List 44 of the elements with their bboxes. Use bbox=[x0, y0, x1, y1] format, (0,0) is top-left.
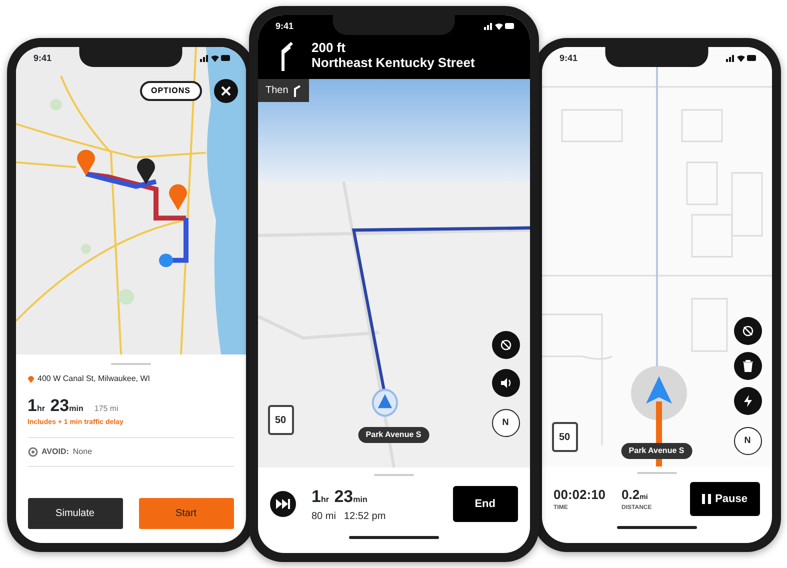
pause-button[interactable]: Pause bbox=[690, 482, 760, 516]
status-icons bbox=[200, 54, 230, 62]
pause-icon bbox=[702, 494, 712, 504]
pin-icon bbox=[168, 184, 186, 210]
speed-limit-sign: 50 bbox=[268, 405, 294, 435]
end-button[interactable]: End bbox=[452, 486, 518, 522]
trip-duration: 1hr 23min bbox=[312, 486, 368, 508]
pin-icon bbox=[76, 150, 94, 176]
pin-icon bbox=[136, 158, 154, 184]
camera-off-icon bbox=[500, 339, 512, 351]
remaining-distance: 80 mi bbox=[312, 510, 336, 524]
maneuver-distance: 200 ft bbox=[312, 41, 346, 56]
status-icons bbox=[484, 22, 514, 30]
position-marker bbox=[630, 366, 686, 420]
destination-address: 400 W Canal St, Milwaukee, WI bbox=[38, 372, 150, 385]
trash-icon bbox=[742, 360, 752, 372]
skip-forward-icon bbox=[276, 498, 290, 509]
status-time: 9:41 bbox=[276, 20, 294, 33]
street-name: Park Avenue S bbox=[620, 443, 692, 459]
trip-duration: 1hr 23min bbox=[28, 394, 84, 417]
street-name: Park Avenue S bbox=[358, 427, 430, 443]
options-button[interactable]: OPTIONS bbox=[140, 81, 202, 101]
maneuver-street: Northeast Kentucky Street bbox=[312, 56, 475, 71]
location-dot bbox=[158, 254, 172, 268]
status-time: 9:41 bbox=[34, 52, 52, 65]
skip-button[interactable] bbox=[270, 490, 296, 517]
avoid-label: AVOID: bbox=[42, 446, 69, 458]
simulate-button[interactable]: Simulate bbox=[28, 498, 122, 529]
avoid-value: None bbox=[72, 446, 92, 458]
trip-distance: 175 mi bbox=[94, 402, 118, 415]
start-button[interactable]: Start bbox=[138, 498, 234, 529]
arrival-time: 12:52 pm bbox=[344, 510, 386, 524]
status-icons bbox=[726, 54, 756, 62]
speaker-icon bbox=[500, 377, 512, 389]
pin-icon bbox=[28, 374, 34, 383]
then-label: Then bbox=[266, 84, 288, 98]
lightning-icon bbox=[742, 395, 752, 407]
close-icon bbox=[220, 86, 230, 96]
status-time: 9:41 bbox=[560, 52, 578, 65]
gear-icon bbox=[28, 446, 38, 457]
speed-limit-sign: 50 bbox=[552, 422, 578, 452]
camera-off-icon bbox=[742, 325, 754, 337]
elapsed-time: 00:02:10 bbox=[554, 486, 606, 504]
position-marker bbox=[371, 388, 398, 417]
